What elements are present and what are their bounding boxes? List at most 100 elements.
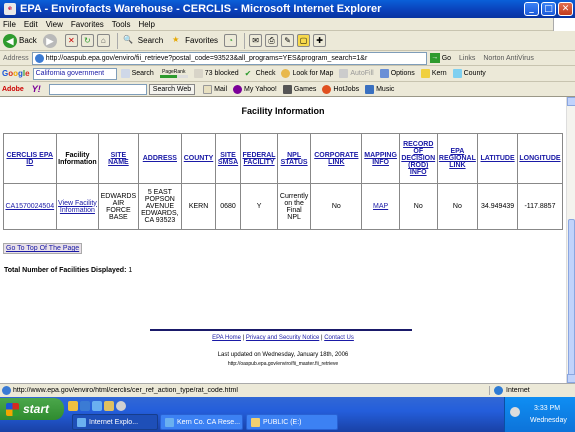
highlight-county[interactable]: County — [452, 69, 486, 78]
norton-antivirus-button[interactable]: Norton AntiVirus — [483, 55, 533, 62]
spell-check-button[interactable]: ✔ Check — [245, 69, 276, 78]
status-text: http://www.epa.gov/enviro/html/cerclis/c… — [13, 387, 238, 394]
forward-arrow-icon: ▶ — [42, 33, 57, 48]
media-icon[interactable] — [116, 401, 126, 411]
header-rod-info[interactable]: RECORD OF DECISION (ROD) INFO — [398, 133, 438, 184]
ie-icon[interactable] — [80, 401, 90, 411]
vertical-scrollbar[interactable] — [566, 97, 575, 383]
yahoo-search-input[interactable] — [48, 83, 147, 95]
scroll-thumb[interactable] — [568, 219, 575, 379]
hotjobs-button[interactable]: HotJobs — [322, 84, 359, 94]
scroll-up-arrow[interactable] — [567, 97, 575, 106]
back-button[interactable]: ◀ Back — [3, 33, 37, 48]
menu-edit[interactable]: Edit — [24, 20, 38, 29]
header-npl-status[interactable]: NPL STATUS — [276, 133, 312, 184]
header-corporate-link[interactable]: CORPORATE LINK — [310, 133, 363, 184]
network-icon[interactable] — [510, 407, 520, 417]
home-icon[interactable]: ⌂ — [96, 34, 110, 47]
maximize-button[interactable]: □ — [541, 2, 556, 16]
my-yahoo-button[interactable]: My Yahoo! — [233, 84, 277, 94]
edit-icon[interactable]: ✎ — [281, 34, 295, 47]
facility-table: CERCLIS EPA ID Facility Information SITE… — [3, 133, 564, 230]
privacy-notice-link[interactable]: Privacy and Security Notice — [246, 335, 319, 341]
windows-flag-icon — [6, 402, 19, 416]
google-search-input[interactable]: California government — [32, 67, 117, 80]
contact-us-link[interactable]: Contact Us — [324, 335, 354, 341]
mail-icon[interactable]: ✉ — [249, 34, 263, 47]
address-input[interactable]: http://oaspub.epa.gov/enviro/fii_retriev… — [31, 51, 427, 65]
popup-blocker[interactable]: 73 blocked — [193, 69, 239, 78]
header-county[interactable]: COUNTY — [181, 133, 216, 184]
stop-icon[interactable]: ✕ — [64, 34, 78, 47]
music-button[interactable]: Music — [365, 84, 394, 94]
favorites-label: Favorites — [185, 36, 219, 45]
google-logo[interactable]: Google — [2, 69, 30, 78]
go-to-top-link[interactable]: Go To Top Of The Page — [3, 243, 83, 254]
mail-button[interactable]: Mail — [203, 84, 227, 94]
go-label: Go — [441, 54, 452, 62]
map-icon — [281, 69, 291, 78]
links-button[interactable]: Links — [459, 55, 475, 62]
table-header-row: CERCLIS EPA ID Facility Information SITE… — [3, 133, 564, 184]
blocked-icon — [193, 69, 203, 78]
taskbar-item-public-drive[interactable]: PUBLIC (E:) — [246, 414, 338, 430]
options-icon — [379, 69, 389, 78]
highlight-kern[interactable]: Kern — [420, 69, 447, 78]
autofill-button[interactable]: AutoFill — [339, 69, 374, 78]
refresh-icon[interactable]: ↻ — [80, 34, 94, 47]
favorites-button[interactable]: ★ Favorites — [169, 34, 218, 47]
scroll-down-arrow[interactable] — [567, 374, 575, 383]
back-label: Back — [19, 36, 37, 45]
clock[interactable]: 3:33 PM — [534, 405, 560, 412]
minimize-button[interactable]: _ — [524, 2, 539, 16]
search-web-button[interactable]: Search Web — [148, 83, 196, 95]
options-button[interactable]: Options — [379, 69, 415, 78]
games-button[interactable]: Games — [282, 84, 316, 94]
security-zone: Internet — [489, 386, 530, 395]
epa-home-link[interactable]: EPA Home — [212, 335, 241, 341]
go-button[interactable]: → Go — [429, 53, 452, 63]
look-for-map-button[interactable]: Look for Map — [281, 69, 333, 78]
epa-id-link[interactable]: CA1570024504 — [3, 183, 57, 230]
outlook-icon[interactable] — [68, 401, 78, 411]
close-button[interactable]: ✕ — [558, 2, 573, 16]
header-site-name[interactable]: SITE NAME — [98, 133, 139, 184]
menu-view[interactable]: View — [46, 20, 63, 29]
yahoo-logo[interactable]: Y! — [32, 84, 41, 94]
header-longitude[interactable]: LONGITUDE — [516, 133, 564, 184]
menu-file[interactable]: File — [3, 20, 16, 29]
map-link[interactable]: MAP — [361, 183, 400, 230]
research-icon[interactable]: ✚ — [313, 34, 327, 47]
adobe-button[interactable]: Adobe — [2, 86, 24, 93]
address-bar: Address http://oaspub.epa.gov/enviro/fii… — [0, 51, 575, 66]
taskbar-item-kern-co[interactable]: Kern Co. CA Rese... — [160, 414, 243, 430]
header-latitude[interactable]: LATITUDE — [477, 133, 518, 184]
menu-help[interactable]: Help — [138, 20, 154, 29]
view-facility-information-link[interactable]: View Facility Information — [55, 183, 100, 230]
header-mapping-info[interactable]: MAPPING INFO — [361, 133, 400, 184]
menu-tools[interactable]: Tools — [112, 20, 131, 29]
header-address[interactable]: ADDRESS — [137, 133, 183, 184]
discuss-icon[interactable]: ▢ — [297, 34, 311, 47]
google-search-button[interactable]: Search — [120, 69, 154, 78]
taskbar-item-internet-explorer[interactable]: Internet Explo... — [72, 414, 158, 430]
header-site-smsa[interactable]: SITE SMSA — [214, 133, 242, 184]
search-button[interactable]: 🔍 Search — [122, 34, 163, 47]
folder-icon — [251, 417, 260, 427]
federal-facility-cell: Y — [240, 183, 278, 230]
header-cerclis-epa-id[interactable]: CERCLIS EPA ID — [3, 133, 57, 184]
system-tray: 3:33 PM Wednesday — [504, 397, 575, 432]
start-button[interactable]: start — [0, 398, 64, 420]
print-icon[interactable]: ⎙ — [265, 34, 279, 47]
back-arrow-icon: ◀ — [3, 33, 17, 48]
menu-favorites[interactable]: Favorites — [71, 20, 104, 29]
day-label: Wednesday — [530, 417, 567, 424]
desktop-icon[interactable] — [92, 401, 102, 411]
header-federal-facility[interactable]: FEDERAL FACILITY — [240, 133, 278, 184]
my-yahoo-icon — [233, 84, 243, 94]
history-icon[interactable]: ◔ — [224, 34, 238, 47]
header-epa-regional-link[interactable]: EPA REGIONAL LINK — [436, 133, 479, 184]
music-icon — [365, 84, 375, 94]
forward-button[interactable]: ▶ — [42, 33, 59, 48]
explorer-icon[interactable] — [104, 401, 114, 411]
